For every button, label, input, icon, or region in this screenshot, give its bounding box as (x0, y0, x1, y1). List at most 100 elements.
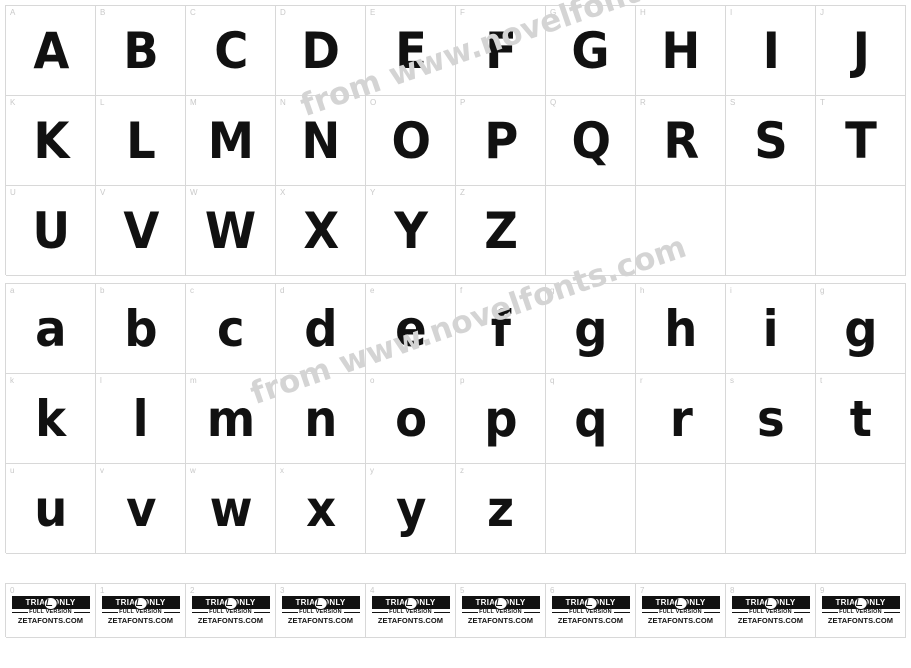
glyph-cell[interactable]: KK (6, 96, 96, 186)
glyph-cell[interactable] (726, 464, 816, 554)
glyph-cell[interactable]: ff (456, 284, 546, 374)
glyph-cell-tick-label: u (10, 466, 15, 475)
glyph-cell[interactable]: ll (96, 374, 186, 464)
glyph-cell-tick-label: 5 (460, 586, 465, 595)
glyph-cell[interactable]: mm (186, 374, 276, 464)
badge-rule-left (191, 612, 208, 613)
glyph-cell[interactable]: UU (6, 186, 96, 276)
badge-rule-right (883, 612, 900, 613)
glyph-cell[interactable]: VV (96, 186, 186, 276)
glyph-cell[interactable]: WW (186, 186, 276, 276)
glyph-cell[interactable]: 8 TRIAL ONLY FULL VERSION ZETAFONTS.COM (726, 584, 816, 638)
glyph-cell-tick-label: H (640, 8, 646, 17)
glyph-cell[interactable]: dd (276, 284, 366, 374)
glyph-cell[interactable]: ww (186, 464, 276, 554)
glyph-cell[interactable]: DD (276, 6, 366, 96)
glyph-cell[interactable] (636, 464, 726, 554)
glyph-cell[interactable]: XX (276, 186, 366, 276)
glyph-cell[interactable]: TT (816, 96, 906, 186)
glyph-cell-tick-label: M (190, 98, 197, 107)
glyph-cell[interactable] (546, 464, 636, 554)
glyph-character: X (303, 201, 339, 260)
glyph-cell[interactable]: uu (6, 464, 96, 554)
glyph-character: L (126, 111, 156, 170)
trial-badge-bottom-text: ZETAFONTS.COM (17, 615, 84, 625)
glyph-cell[interactable]: oo (366, 374, 456, 464)
glyph-cell[interactable]: 3 TRIAL ONLY FULL VERSION ZETAFONTS.COM (276, 584, 366, 638)
glyph-cell[interactable]: cc (186, 284, 276, 374)
glyph-cell[interactable]: 2 TRIAL ONLY FULL VERSION ZETAFONTS.COM (186, 584, 276, 638)
glyph-cell[interactable]: NN (276, 96, 366, 186)
check-circle-icon (403, 596, 418, 610)
glyph-character: T (845, 111, 877, 170)
glyph-cell[interactable]: 0 TRIAL ONLY FULL VERSION ZETAFONTS.COM (6, 584, 96, 638)
trial-badge-bottom-text: ZETAFONTS.COM (377, 615, 444, 625)
glyph-cell[interactable]: PP (456, 96, 546, 186)
trial-badge-mid-text: FULL VERSION (461, 609, 540, 616)
glyph-cell[interactable]: GG (546, 6, 636, 96)
glyph-character: C (213, 21, 248, 80)
glyph-cell[interactable]: 9 TRIAL ONLY FULL VERSION ZETAFONTS.COM (816, 584, 906, 638)
glyph-cell[interactable]: yy (366, 464, 456, 554)
glyph-cell[interactable] (816, 186, 906, 276)
glyph-row-lowercase-row-3: uuvvwwxxyyzz (5, 463, 906, 554)
trial-only-badge: TRIAL ONLY FULL VERSION ZETAFONTS.COM (821, 595, 900, 626)
check-circle-icon (583, 596, 598, 610)
badge-rule-right (253, 612, 270, 613)
badge-rule-left (461, 612, 478, 613)
glyph-cell[interactable]: BB (96, 6, 186, 96)
glyph-cell[interactable]: rr (636, 374, 726, 464)
glyph-cell[interactable]: SS (726, 96, 816, 186)
glyph-cell[interactable]: 4 TRIAL ONLY FULL VERSION ZETAFONTS.COM (366, 584, 456, 638)
glyph-cell[interactable]: bb (96, 284, 186, 374)
trial-only-badge: TRIAL ONLY FULL VERSION ZETAFONTS.COM (371, 595, 450, 626)
glyph-cell[interactable]: 1 TRIAL ONLY FULL VERSION ZETAFONTS.COM (96, 584, 186, 638)
glyph-cell[interactable]: ss (726, 374, 816, 464)
glyph-cell[interactable] (546, 186, 636, 276)
glyph-cell[interactable]: gg (546, 284, 636, 374)
glyph-cell[interactable]: ee (366, 284, 456, 374)
glyph-cell[interactable]: EE (366, 6, 456, 96)
glyph-cell[interactable]: 6 TRIAL ONLY FULL VERSION ZETAFONTS.COM (546, 584, 636, 638)
glyph-cell-tick-label: N (280, 98, 286, 107)
glyph-cell[interactable]: zz (456, 464, 546, 554)
glyph-cell[interactable]: gg (816, 284, 906, 374)
glyph-cell[interactable]: AA (6, 6, 96, 96)
glyph-cell[interactable]: pp (456, 374, 546, 464)
glyph-cell[interactable] (636, 186, 726, 276)
glyph-cell[interactable]: MM (186, 96, 276, 186)
check-circle-icon (853, 596, 868, 610)
glyph-cell[interactable] (726, 186, 816, 276)
glyph-cell[interactable]: HH (636, 6, 726, 96)
glyph-character: o (394, 389, 427, 448)
glyph-cell[interactable]: kk (6, 374, 96, 464)
glyph-cell[interactable]: QQ (546, 96, 636, 186)
glyph-cell[interactable]: JJ (816, 6, 906, 96)
glyph-cell-tick-label: x (280, 466, 285, 475)
glyph-cell[interactable]: RR (636, 96, 726, 186)
glyph-cell[interactable]: xx (276, 464, 366, 554)
glyph-cell[interactable]: nn (276, 374, 366, 464)
glyph-cell[interactable]: FF (456, 6, 546, 96)
glyph-cell[interactable]: LL (96, 96, 186, 186)
badge-rule-right (73, 612, 90, 613)
glyph-cell[interactable]: vv (96, 464, 186, 554)
glyph-cell[interactable] (816, 464, 906, 554)
glyph-cell[interactable]: ii (726, 284, 816, 374)
trial-badge-bottom-text: ZETAFONTS.COM (557, 615, 624, 625)
glyph-cell[interactable]: ZZ (456, 186, 546, 276)
trial-badge-bottom-text: ZETAFONTS.COM (467, 615, 534, 625)
glyph-cell[interactable]: 7 TRIAL ONLY FULL VERSION ZETAFONTS.COM (636, 584, 726, 638)
glyph-cell[interactable]: OO (366, 96, 456, 186)
glyph-cell[interactable]: aa (6, 284, 96, 374)
glyph-cell[interactable]: tt (816, 374, 906, 464)
glyph-cell[interactable]: 5 TRIAL ONLY FULL VERSION ZETAFONTS.COM (456, 584, 546, 638)
trial-badge-mid-text: FULL VERSION (821, 609, 900, 616)
glyph-cell[interactable]: qq (546, 374, 636, 464)
glyph-cell[interactable]: CC (186, 6, 276, 96)
glyph-cell-tick-label: m (190, 376, 197, 385)
glyph-cell[interactable]: YY (366, 186, 456, 276)
glyph-cell-tick-label: w (190, 466, 196, 475)
glyph-cell[interactable]: II (726, 6, 816, 96)
glyph-cell[interactable]: hh (636, 284, 726, 374)
